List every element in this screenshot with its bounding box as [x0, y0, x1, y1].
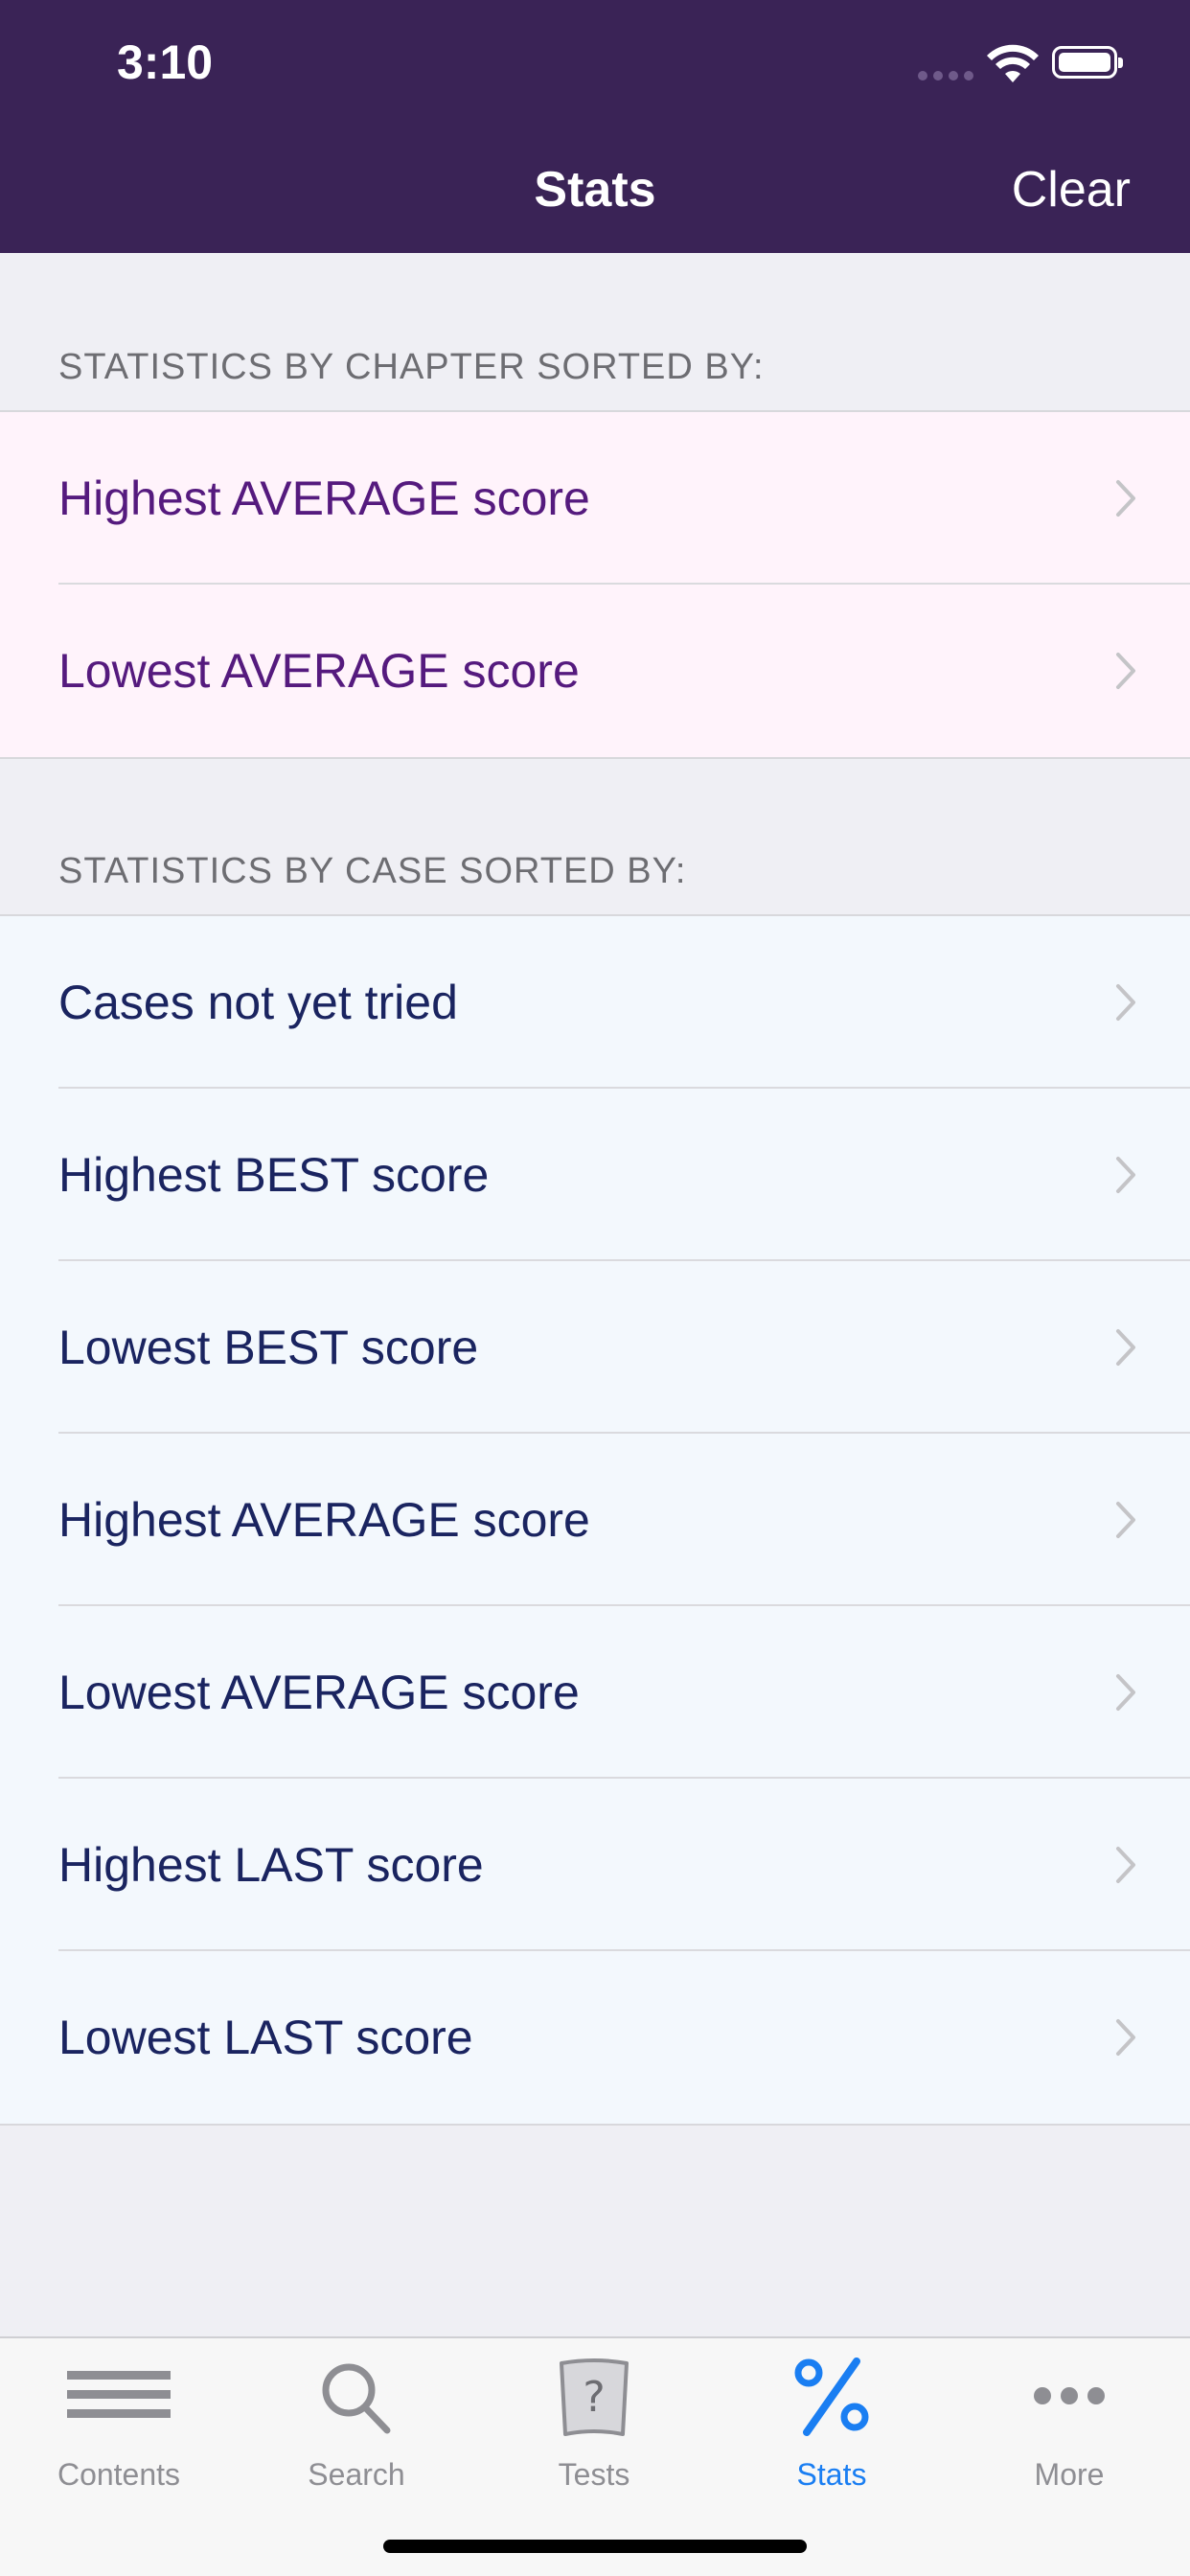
contents-icon [67, 2371, 171, 2418]
chapter-row-lowest-average[interactable]: Lowest AVERAGE score [0, 585, 1190, 757]
wifi-icon [987, 44, 1039, 82]
row-label: Highest AVERAGE score [58, 472, 590, 525]
cellular-signal-icon [918, 71, 975, 80]
case-row-highest-best[interactable]: Highest BEST score [0, 1089, 1190, 1261]
battery-icon [1052, 46, 1123, 79]
status-time: 3:10 [117, 35, 214, 89]
tab-tests[interactable]: ? Tests [475, 2338, 713, 2511]
chevron-right-icon [1116, 480, 1135, 517]
row-label: Lowest LAST score [58, 2011, 473, 2064]
home-indicator [383, 2540, 807, 2553]
svg-text:?: ? [583, 2373, 605, 2422]
percent-icon [794, 2358, 869, 2436]
case-row-lowest-average[interactable]: Lowest AVERAGE score [0, 1606, 1190, 1779]
tab-label: Contents [57, 2457, 181, 2492]
chevron-right-icon [1116, 1674, 1135, 1711]
chevron-right-icon [1116, 1157, 1135, 1193]
row-label: Lowest AVERAGE score [58, 1666, 580, 1719]
tab-more[interactable]: More [950, 2338, 1188, 2511]
case-row-lowest-best[interactable]: Lowest BEST score [0, 1261, 1190, 1434]
chapter-stats-list: Highest AVERAGE score Lowest AVERAGE sco… [0, 410, 1190, 759]
tests-icon: ? [560, 2358, 629, 2436]
navigation-header: 3:10 Stats Clear [0, 0, 1190, 253]
chevron-right-icon [1116, 1847, 1135, 1883]
case-row-not-yet-tried[interactable]: Cases not yet tried [0, 916, 1190, 1089]
chevron-right-icon [1116, 2019, 1135, 2056]
case-row-lowest-last[interactable]: Lowest LAST score [0, 1951, 1190, 2124]
tab-search[interactable]: Search [238, 2338, 475, 2511]
case-row-highest-average[interactable]: Highest AVERAGE score [0, 1434, 1190, 1606]
tab-label: More [1034, 2457, 1105, 2492]
row-label: Cases not yet tried [58, 976, 458, 1029]
tab-contents[interactable]: Contents [0, 2338, 238, 2511]
chevron-right-icon [1116, 1502, 1135, 1538]
clear-button[interactable]: Clear [1012, 161, 1131, 218]
case-row-highest-last[interactable]: Highest LAST score [0, 1779, 1190, 1951]
row-label: Highest BEST score [58, 1148, 490, 1202]
chevron-right-icon [1116, 1329, 1135, 1366]
tab-label: Stats [796, 2457, 867, 2492]
chapter-section-header: STATISTICS BY CHAPTER SORTED BY: [58, 347, 765, 387]
row-label: Lowest BEST score [58, 1321, 479, 1374]
tab-label: Search [308, 2457, 405, 2492]
row-label: Highest LAST score [58, 1838, 484, 1892]
tab-stats[interactable]: Stats [713, 2338, 950, 2511]
chevron-right-icon [1116, 984, 1135, 1021]
more-icon [1034, 2387, 1105, 2404]
chevron-right-icon [1116, 653, 1135, 689]
chapter-row-highest-average[interactable]: Highest AVERAGE score [0, 412, 1190, 585]
row-label: Highest AVERAGE score [58, 1493, 590, 1547]
tab-label: Tests [558, 2457, 630, 2492]
case-stats-list: Cases not yet tried Highest BEST score L… [0, 914, 1190, 2126]
row-label: Lowest AVERAGE score [58, 644, 580, 698]
case-section-header: STATISTICS BY CASE SORTED BY: [58, 851, 687, 891]
search-icon [322, 2363, 391, 2434]
